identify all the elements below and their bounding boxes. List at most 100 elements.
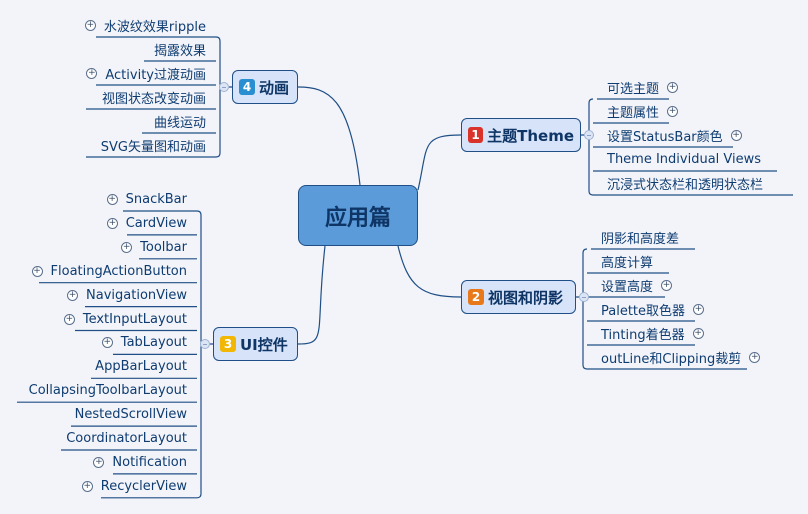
collapse-toggle-icon[interactable] [219,82,229,92]
expand-plus-icon[interactable]: + [63,313,75,325]
subtopic-label: 视图状态改变动画 [101,92,206,107]
collapse-toggle-icon[interactable] [584,130,594,140]
subtopic-label: RecyclerView [100,478,187,494]
subtopic-bracket [588,98,594,196]
priority-3-icon: 3 [220,336,236,352]
subtopic-label: outLine和Clipping裁剪 [601,352,742,367]
subtopic-item[interactable]: + RecyclerView [81,475,201,498]
subtopic-label: 可选主题 [607,82,660,97]
subtopic-item[interactable]: 设置StatusBar颜色 + [597,124,753,147]
expand-plus-icon[interactable]: + [106,194,118,205]
expand-plus-icon[interactable]: + [693,304,705,315]
subtopic-item[interactable]: + Activity过渡动画 [76,62,220,85]
subtopic-item[interactable]: + 水波纹效果ripple [76,14,220,37]
subtopic-item[interactable]: Palette取色器 + [591,298,715,321]
expand-plus-icon[interactable]: + [107,217,118,229]
expand-plus-icon[interactable]: + [86,68,98,79]
subtopic-label: 设置StatusBar颜色 [607,130,723,145]
collapse-toggle-icon[interactable] [579,292,589,302]
subtopic-item[interactable]: 阴影和高度差 [591,226,695,249]
subtopic-label: Tinting着色器 [601,328,685,343]
topic-anim[interactable]: 4 动画 [232,70,298,104]
subtopic-item[interactable]: NestedScrollView [71,403,201,426]
subtopic-label: 阴影和高度差 [601,232,680,247]
subtopic-item[interactable]: Tinting着色器 + [591,322,715,345]
expand-plus-icon[interactable]: + [93,456,105,468]
topic-shadow[interactable]: 2 视图和阴影 [461,280,576,314]
subtopic-label: 水波纹效果ripple [103,20,206,35]
subtopic-label: Theme Individual Views [607,152,762,167]
priority-4-icon: 4 [239,79,255,95]
expand-plus-icon[interactable]: + [81,480,93,492]
topic-label: UI控件 [240,335,288,354]
subtopic-item[interactable]: + NavigationView [65,284,201,307]
subtopic-label: CollapsingToolbarLayout [28,383,187,399]
topic-label: 视图和阴影 [488,288,564,307]
subtopic-label: 主题属性 [607,106,660,121]
subtopic-label: TabLayout [120,335,187,351]
central-topic[interactable]: 应用篇 [298,185,418,246]
subtopic-label: 沉浸式状态栏和透明状态栏 [607,178,764,193]
subtopic-item[interactable]: + FloatingActionButton [19,260,201,283]
subtopic-label: 高度计算 [601,256,654,271]
subtopic-bracket [582,248,588,370]
topic-theme[interactable]: 1 主题Theme [461,118,581,152]
subtopic-item[interactable]: + CardView [107,212,201,235]
expand-plus-icon[interactable]: + [730,130,742,141]
priority-2-icon: 2 [468,289,484,305]
expand-plus-icon[interactable]: + [667,82,679,93]
collapse-toggle-icon[interactable] [200,339,210,349]
expand-plus-icon[interactable]: + [101,337,113,349]
subtopic-item[interactable]: + Notification [93,451,201,474]
subtopic-label: 曲线运动 [153,116,206,131]
expand-plus-icon[interactable]: + [749,352,761,363]
subtopic-item[interactable]: Theme Individual Views [597,148,777,171]
subtopic-item[interactable]: 曲线运动 [142,110,220,133]
subtopic-item[interactable]: 可选主题 + [597,76,689,99]
subtopic-label: NestedScrollView [74,407,187,423]
expand-plus-icon[interactable]: + [692,328,704,339]
subtopic-item[interactable]: + TextInputLayout [55,308,201,331]
subtopic-label: CardView [125,215,187,231]
subtopic-label: SnackBar [125,192,187,207]
topic-ui[interactable]: 3 UI控件 [213,327,298,361]
subtopic-item[interactable]: + Toolbar [119,236,201,259]
subtopic-item[interactable]: CollapsingToolbarLayout [17,379,201,402]
connector-central-ui [297,245,326,345]
connector-central-anim [297,86,361,186]
expand-plus-icon[interactable]: + [661,280,673,291]
subtopic-label: Toolbar [140,239,187,255]
subtopic-item[interactable]: + TabLayout [93,331,201,354]
priority-1-icon: 1 [468,127,484,143]
subtopic-item[interactable]: CoordinatorLayout [61,427,201,450]
subtopic-item[interactable]: 视图状态改变动画 [86,86,220,109]
subtopic-label: CoordinatorLayout [66,431,187,446]
connector-central-shadow [397,245,462,298]
expand-plus-icon[interactable]: + [121,241,133,253]
subtopic-item[interactable]: 高度计算 [591,250,669,273]
expand-plus-icon[interactable]: + [667,106,679,117]
subtopic-label: TextInputLayout [82,311,187,327]
subtopic-item[interactable]: 设置高度 + [591,274,685,297]
subtopic-label: Activity过渡动画 [105,68,206,83]
subtopic-label: FloatingActionButton [50,263,187,279]
subtopic-item[interactable]: + SnackBar [103,188,201,211]
subtopic-item[interactable]: outLine和Clipping裁剪 + [591,346,767,369]
subtopic-item[interactable]: 沉浸式状态栏和透明状态栏 [597,172,793,195]
central-topic-label: 应用篇 [324,205,391,231]
expand-plus-icon[interactable]: + [31,265,43,277]
subtopic-label: Palette取色器 [601,304,686,319]
subtopic-label: 设置高度 [601,280,654,295]
subtopic-label: NavigationView [86,287,187,303]
subtopic-item[interactable]: AppBarLayout [91,355,201,378]
topic-label: 动画 [259,78,290,97]
subtopic-label: SVG矢量图和动画 [100,140,206,155]
expand-plus-icon[interactable]: + [67,289,79,301]
connector-central-theme [417,134,462,191]
topic-label: 主题Theme [487,126,574,145]
expand-plus-icon[interactable]: + [84,20,96,31]
subtopic-item[interactable]: 揭露效果 [144,38,220,61]
subtopic-item[interactable]: 主题属性 + [597,100,689,123]
subtopic-label: Notification [112,454,187,470]
subtopic-item[interactable]: SVG矢量图和动画 [86,134,220,157]
